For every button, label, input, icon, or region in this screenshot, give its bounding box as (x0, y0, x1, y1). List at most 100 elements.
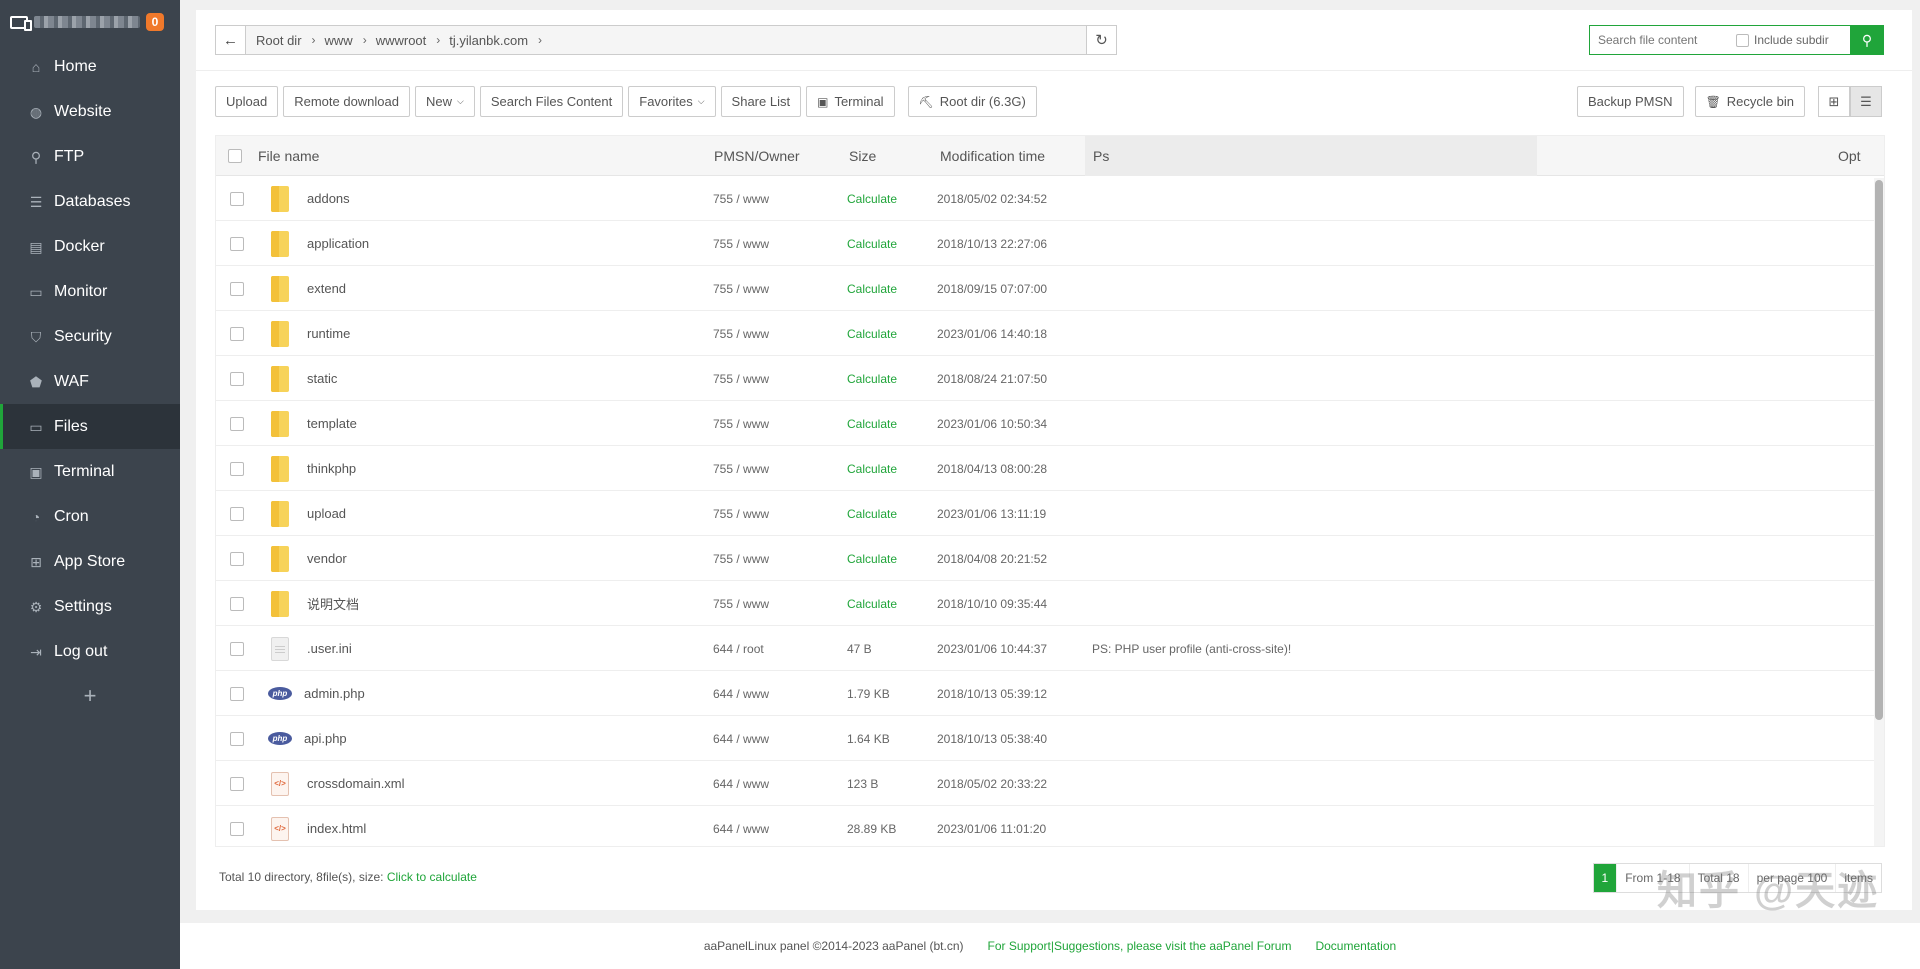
file-permission[interactable]: 755 / www (713, 221, 769, 266)
file-name[interactable]: </> index.html (271, 806, 366, 846)
row-checkbox[interactable] (230, 236, 244, 251)
recycle-bin-button[interactable]: 🗑 Recycle bin (1694, 86, 1805, 117)
row-checkbox[interactable] (230, 641, 244, 656)
file-size[interactable]: Calculate (847, 356, 897, 401)
file-permission[interactable]: 755 / www (713, 581, 769, 626)
file-name[interactable]: 说明文档 (271, 581, 359, 626)
list-view-icon[interactable]: ☰ (1850, 86, 1882, 117)
notification-badge[interactable]: 0 (146, 13, 164, 31)
new-dropdown-button[interactable]: New ⌵ (415, 86, 475, 117)
sidebar-item-website[interactable]: ◍ Website (0, 89, 180, 134)
row-checkbox[interactable] (230, 416, 244, 431)
file-name[interactable]: vendor (271, 536, 347, 581)
share-list-button[interactable]: Share List (720, 86, 802, 117)
table-row[interactable]: static 755 / www Calculate 2018/08/24 21:07… (216, 356, 1884, 401)
file-permission[interactable]: 644 / www (713, 716, 769, 761)
row-checkbox[interactable] (230, 371, 244, 386)
file-name[interactable]: addons (271, 176, 350, 221)
search-button[interactable]: ⚲ (1850, 25, 1884, 55)
breadcrumb-item[interactable]: www (325, 33, 353, 48)
file-permission[interactable]: 644 / www (713, 806, 769, 846)
table-row[interactable]: upload 755 / www Calculate 2023/01/06 13:11… (216, 491, 1884, 536)
row-checkbox[interactable] (230, 326, 244, 341)
table-row[interactable]: </> index.html 644 / www 28.89 KB 2023/01/06… (216, 806, 1884, 846)
file-size[interactable]: Calculate (847, 401, 897, 446)
file-name[interactable]: php api.php (268, 716, 347, 761)
support-link[interactable]: For Support|Suggestions, please visit th… (988, 939, 1292, 953)
file-size[interactable]: Calculate (847, 266, 897, 311)
table-row[interactable]: php api.php 644 / www 1.64 KB 2018/10/13 05:… (216, 716, 1884, 761)
file-size[interactable]: Calculate (847, 581, 897, 626)
row-checkbox[interactable] (230, 731, 244, 746)
file-name[interactable]: </> crossdomain.xml (271, 761, 405, 806)
grid-view-icon[interactable]: ⊞ (1818, 86, 1850, 117)
root-dir-button[interactable]: ⛏ Root dir (6.3G) (907, 86, 1037, 117)
include-subdir-option[interactable]: Include subdir (1736, 33, 1829, 47)
row-checkbox[interactable] (230, 281, 244, 296)
file-size[interactable]: Calculate (847, 536, 897, 581)
header-pmsn-owner[interactable]: PMSN/Owner (714, 148, 800, 164)
file-permission[interactable]: 755 / www (713, 491, 769, 536)
sidebar-item-waf[interactable]: ⬟ WAF (0, 359, 180, 404)
header-ps[interactable]: Ps (1093, 148, 1109, 164)
file-permission[interactable]: 755 / www (713, 356, 769, 401)
file-permission[interactable]: 755 / www (713, 446, 769, 491)
header-file-name[interactable]: File name (258, 148, 319, 164)
file-name[interactable]: php admin.php (268, 671, 365, 716)
file-name[interactable]: static (271, 356, 337, 401)
sidebar-item-databases[interactable]: ☰ Databases (0, 179, 180, 224)
header-size[interactable]: Size (849, 148, 876, 164)
file-name[interactable]: .user.ini (271, 626, 352, 671)
sidebar-item-files[interactable]: ▭ Files (0, 404, 180, 449)
file-name[interactable]: template (271, 401, 357, 446)
file-size[interactable]: Calculate (847, 311, 897, 356)
sidebar-item-home[interactable]: ⌂ Home (0, 44, 180, 89)
remote-download-button[interactable]: Remote download (283, 86, 410, 117)
calculate-size-link[interactable]: Click to calculate (387, 870, 477, 884)
favorites-dropdown-button[interactable]: Favorites ⌵ (628, 86, 716, 117)
row-checkbox[interactable] (230, 686, 244, 701)
sidebar-item-cron[interactable]: ◔ Cron (0, 494, 180, 539)
row-checkbox[interactable] (230, 551, 244, 566)
file-note[interactable]: PS: PHP user profile (anti-cross-site)! (1092, 626, 1291, 671)
sidebar-item-ftp[interactable]: ⚲ FTP (0, 134, 180, 179)
file-name[interactable]: extend (271, 266, 346, 311)
file-permission[interactable]: 755 / www (713, 311, 769, 356)
file-size[interactable]: Calculate (847, 221, 897, 266)
table-row[interactable]: extend 755 / www Calculate 2018/09/15 07:07… (216, 266, 1884, 311)
table-row[interactable]: .user.ini 644 / root 47 B 2023/01/06 10:44:… (216, 626, 1884, 671)
table-row[interactable]: </> crossdomain.xml 644 / www 123 B 2018/05/… (216, 761, 1884, 806)
file-permission[interactable]: 644 / www (713, 671, 769, 716)
refresh-icon[interactable]: ↻ (1086, 26, 1116, 54)
file-name[interactable]: runtime (271, 311, 350, 356)
row-checkbox[interactable] (230, 461, 244, 476)
back-arrow-icon[interactable]: ← (216, 26, 246, 54)
file-permission[interactable]: 755 / www (713, 536, 769, 581)
file-permission[interactable]: 755 / www (713, 176, 769, 221)
sidebar-item-settings[interactable]: ⚙ Settings (0, 584, 180, 629)
table-row[interactable]: vendor 755 / www Calculate 2018/04/08 20:21… (216, 536, 1884, 581)
add-menu-button[interactable]: + (0, 682, 180, 710)
file-permission[interactable]: 644 / root (713, 626, 764, 671)
file-permission[interactable]: 755 / www (713, 266, 769, 311)
table-row[interactable]: template 755 / www Calculate 2023/01/06 10:… (216, 401, 1884, 446)
sidebar-item-log-out[interactable]: ⇥ Log out (0, 629, 180, 674)
breadcrumb-item[interactable]: Root dir (256, 33, 302, 48)
sidebar-item-security[interactable]: ⛉ Security (0, 314, 180, 359)
file-size[interactable]: Calculate (847, 491, 897, 536)
file-permission[interactable]: 755 / www (713, 401, 769, 446)
table-row[interactable]: thinkphp 755 / www Calculate 2018/04/13 08:… (216, 446, 1884, 491)
table-row[interactable]: 说明文档 755 / www Calculate 2018/10/10 09:35:4… (216, 581, 1884, 626)
breadcrumb-item[interactable]: wwwroot (376, 33, 427, 48)
upload-button[interactable]: Upload (215, 86, 279, 117)
row-checkbox[interactable] (230, 596, 244, 611)
breadcrumb-item[interactable]: tj.yilanbk.com (449, 33, 528, 48)
sidebar-item-docker[interactable]: ▤ Docker (0, 224, 180, 269)
row-checkbox[interactable] (230, 191, 244, 206)
file-name[interactable]: application (271, 221, 369, 266)
file-name[interactable]: upload (271, 491, 346, 536)
file-size[interactable]: Calculate (847, 176, 897, 221)
documentation-link[interactable]: Documentation (1315, 939, 1396, 953)
file-size[interactable]: Calculate (847, 446, 897, 491)
file-name[interactable]: thinkphp (271, 446, 356, 491)
